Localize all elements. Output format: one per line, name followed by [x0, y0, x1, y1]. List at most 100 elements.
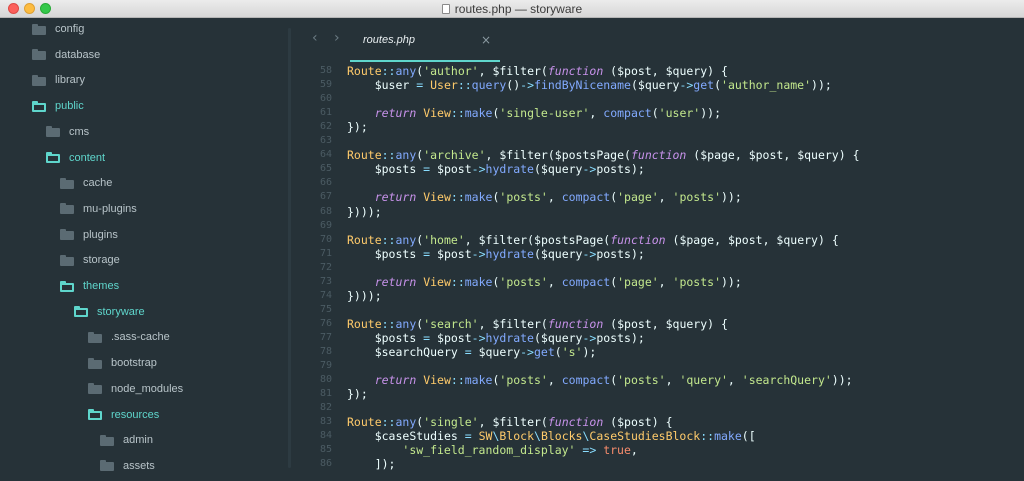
tree-item[interactable]: themes: [60, 277, 119, 295]
code-line[interactable]: });: [347, 387, 368, 401]
code-line[interactable]: })));: [347, 205, 382, 219]
tree-item[interactable]: .sass-cache: [88, 328, 170, 346]
code-token: ([: [741, 429, 756, 444]
line-number: 62: [319, 121, 332, 133]
code-token: Blocks: [540, 429, 583, 444]
code-line[interactable]: $posts = $post->hydrate($query->posts);: [347, 331, 645, 345]
tree-item[interactable]: assets: [100, 457, 155, 475]
tree-item[interactable]: config: [32, 20, 84, 38]
code-token: $posts: [374, 162, 417, 177]
code-token: (: [554, 345, 562, 359]
sidebar-scrollbar[interactable]: [288, 28, 291, 468]
code-line[interactable]: return View::make('posts', compact('post…: [347, 373, 853, 387]
code-token: Route: [347, 415, 382, 430]
code-token: })));: [347, 288, 382, 303]
tree-item[interactable]: plugins: [60, 226, 118, 244]
line-number: 79: [319, 360, 332, 372]
tree-item[interactable]: cache: [60, 174, 112, 192]
tree-item[interactable]: mu-plugins: [60, 200, 137, 218]
tree-item[interactable]: content: [46, 149, 105, 167]
code-line[interactable]: Route::any('archive', $filter($postsPage…: [347, 148, 860, 162]
code-line[interactable]: $user = User::query()->findByNicename($q…: [347, 78, 832, 92]
code-line[interactable]: })));: [347, 289, 382, 303]
line-number: 63: [319, 135, 332, 147]
code-line[interactable]: Route::any('search', $filter(function ($…: [347, 317, 728, 331]
folder-open-icon: [88, 409, 102, 420]
code-token: query: [471, 78, 507, 93]
code-token: ,: [589, 106, 604, 121]
folder-open-icon: [60, 280, 74, 292]
code-token: $post: [617, 415, 652, 430]
tree-item[interactable]: bootstrap: [88, 354, 157, 372]
code-line[interactable]: $posts = $post->hydrate($query->posts);: [347, 162, 645, 176]
code-token: $query: [665, 316, 708, 331]
code-token: =>: [575, 443, 604, 458]
code-line[interactable]: 'sw_field_random_display' => true,: [347, 443, 637, 458]
code-token: (: [630, 78, 638, 93]
tree-item[interactable]: storage: [60, 251, 120, 269]
close-icon[interactable]: ×: [481, 33, 491, 47]
line-number: 72: [319, 261, 332, 273]
code-token: ,: [478, 64, 493, 78]
code-line[interactable]: $searchQuery = $query->get('s');: [347, 345, 597, 359]
code-token: 'posts': [499, 190, 548, 205]
code-token: View: [423, 106, 451, 121]
code-line[interactable]: ]);: [347, 457, 396, 471]
tree-item[interactable]: storyware: [74, 303, 145, 321]
code-line[interactable]: return View::make('posts', compact('page…: [347, 190, 742, 204]
code-token: (: [624, 148, 631, 163]
code-token: ->: [471, 330, 486, 345]
code-token: (: [714, 78, 722, 93]
line-number: 77: [319, 331, 332, 343]
tree-item[interactable]: cms: [46, 123, 89, 141]
code-line[interactable]: Route::any('author', $filter(function ($…: [347, 64, 728, 78]
folder-icon: [32, 23, 46, 35]
tree-item-label: assets: [123, 459, 155, 472]
line-number: 84: [319, 430, 332, 442]
line-number: 60: [319, 93, 332, 105]
code-token: ::: [450, 274, 465, 289]
tab-routes-php[interactable]: routes.php ×: [348, 24, 500, 62]
code-token: User: [430, 78, 458, 93]
tree-item[interactable]: resources: [88, 406, 159, 424]
code-token: ::: [450, 373, 465, 388]
code-line[interactable]: $posts = $post->hydrate($query->posts);: [347, 247, 645, 261]
chevron-right-icon[interactable]: ›: [334, 30, 340, 46]
tree-item[interactable]: database: [32, 46, 100, 64]
code-line[interactable]: $caseStudies = SW\Block\Blocks\CaseStudi…: [347, 429, 756, 443]
folder-icon: [60, 254, 74, 266]
code-line[interactable]: Route::any('single', $filter(function ($…: [347, 415, 673, 429]
code-line[interactable]: return View::make('posts', compact('page…: [347, 275, 742, 289]
tree-item-label: plugins: [83, 228, 118, 241]
tree-item-label: storyware: [97, 305, 145, 318]
tree-item[interactable]: public: [32, 97, 84, 115]
code-token: ::: [381, 64, 396, 78]
tree-item[interactable]: admin: [100, 431, 153, 449]
code-token: ::: [700, 429, 715, 444]
chevron-left-icon[interactable]: ‹: [312, 30, 318, 46]
line-number: 65: [319, 163, 332, 175]
code-token: ,: [478, 316, 493, 331]
code-token: return: [374, 274, 417, 289]
code-line[interactable]: });: [347, 120, 368, 134]
code-token: });: [347, 387, 368, 402]
tree-item-label: config: [55, 23, 85, 35]
code-token: make: [714, 429, 742, 444]
code-token: posts: [596, 162, 631, 177]
code-token: any: [395, 148, 417, 163]
line-number: 67: [319, 191, 332, 203]
code-token: hydrate: [485, 330, 534, 345]
code-token: function: [547, 316, 604, 331]
tree-item[interactable]: node_modules: [88, 380, 183, 398]
code-token: compact: [561, 373, 611, 388]
tree-item[interactable]: library: [32, 71, 85, 89]
code-token: ,: [762, 232, 777, 247]
code-token: compact: [561, 274, 611, 289]
code-token: posts: [596, 246, 631, 261]
code-token: );: [630, 162, 645, 177]
code-line[interactable]: return View::make ('single-user', compact…: [347, 106, 721, 120]
code-token: );: [630, 246, 645, 261]
code-line[interactable]: Route::any('home', $filter($postsPage(fu…: [347, 233, 839, 247]
code-token: (: [533, 330, 541, 345]
